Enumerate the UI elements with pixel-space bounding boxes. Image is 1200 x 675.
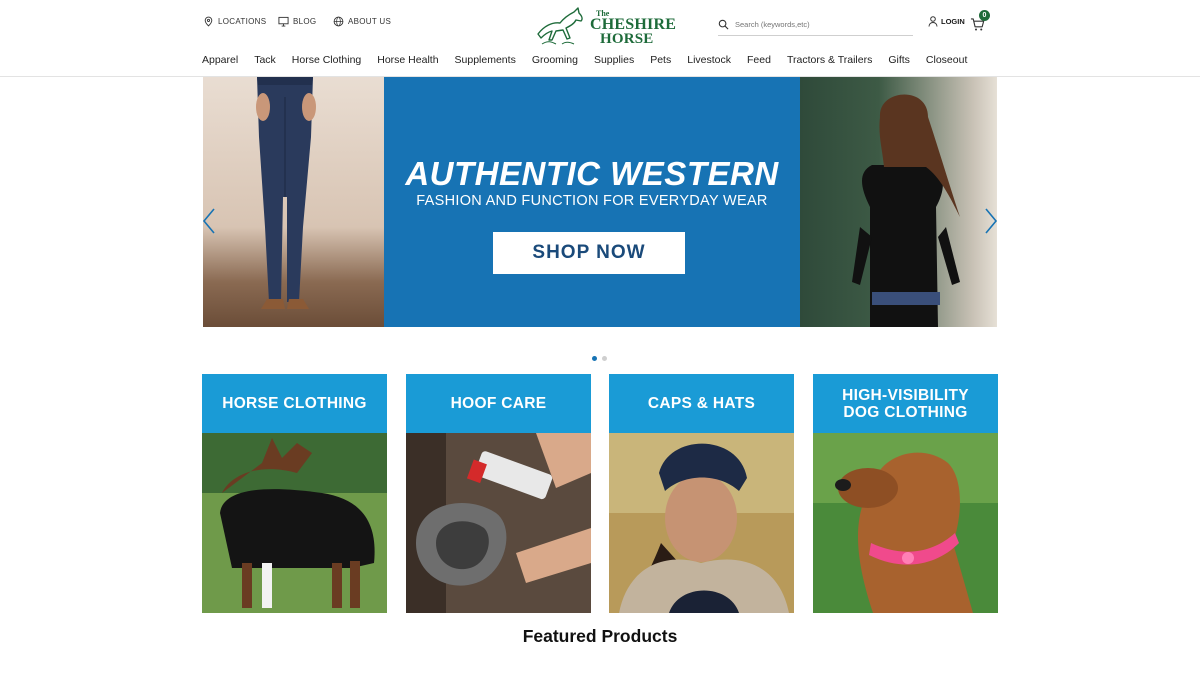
category-tile-horse-clothing[interactable]: HORSE CLOTHING	[202, 374, 387, 613]
horse-logo-icon	[537, 7, 583, 45]
carousel-prev-arrow-icon[interactable]	[202, 208, 216, 234]
blog-label: BLOG	[293, 17, 317, 26]
nav-item-horse-health[interactable]: Horse Health	[377, 54, 438, 66]
globe-icon	[333, 16, 344, 27]
location-pin-icon	[204, 16, 213, 27]
category-tile-caps-hats[interactable]: CAPS & HATS	[609, 374, 794, 613]
cart-count-badge: 0	[979, 10, 990, 21]
locations-label: LOCATIONS	[218, 17, 267, 26]
nav-item-livestock[interactable]: Livestock	[687, 54, 731, 66]
nav-item-closeout[interactable]: Closeout	[926, 54, 967, 66]
category-band: CAPS & HATS	[609, 374, 794, 433]
blog-link[interactable]: BLOG	[278, 16, 316, 27]
carousel-dots	[592, 356, 607, 361]
cheshire-horse-logo[interactable]: The CHESHIRE HORSE	[534, 4, 676, 48]
nav-item-horse-clothing[interactable]: Horse Clothing	[292, 54, 361, 66]
category-tile-high-visibility-dog-clothing[interactable]: HIGH-VISIBILITY DOG CLOTHING	[813, 374, 998, 613]
carousel-next-arrow-icon[interactable]	[984, 208, 998, 234]
category-label: CAPS & HATS	[647, 395, 756, 412]
featured-products-heading: Featured Products	[522, 626, 678, 646]
nav-item-supplements[interactable]: Supplements	[455, 54, 516, 66]
category-tiles: HORSE CLOTHING HOOF CARE CAPS & HATS HIG…	[202, 374, 998, 613]
nav-item-feed[interactable]: Feed	[747, 54, 771, 66]
login-button[interactable]: LOGIN	[928, 16, 965, 27]
category-band: HORSE CLOTHING	[202, 374, 387, 433]
search-bar	[718, 14, 913, 36]
nav-item-apparel[interactable]: Apparel	[202, 54, 238, 66]
category-band: HOOF CARE	[406, 374, 591, 433]
about-us-link[interactable]: ABOUT US	[333, 16, 391, 27]
category-tile-hoof-care[interactable]: HOOF CARE	[406, 374, 591, 613]
locations-link[interactable]: LOCATIONS	[203, 16, 266, 27]
hero-model-photo	[800, 77, 997, 327]
dog-collar-photo	[813, 433, 998, 613]
category-label: HOOF CARE	[450, 395, 547, 412]
category-label: HORSE CLOTHING	[222, 395, 367, 412]
hero-headline: AUTHENTIC WESTERN	[405, 155, 779, 192]
main-navigation: Apparel Tack Horse Clothing Horse Health…	[0, 46, 1200, 77]
shop-now-button[interactable]: SHOP NOW	[493, 232, 685, 274]
carousel-dot-2[interactable]	[602, 356, 607, 361]
login-label: LOGIN	[941, 17, 965, 26]
nav-list: Apparel Tack Horse Clothing Horse Health…	[202, 54, 983, 66]
nav-item-tack[interactable]: Tack	[254, 54, 276, 66]
hoof-care-photo	[406, 433, 591, 613]
hero-promo-panel: AUTHENTIC WESTERN FASHION AND FUNCTION F…	[384, 77, 800, 327]
nav-item-tractors-trailers[interactable]: Tractors & Trailers	[787, 54, 872, 66]
hero-subheadline: FASHION AND FUNCTION FOR EVERYDAY WEAR	[416, 193, 768, 209]
cart-button[interactable]: 0	[970, 10, 990, 32]
about-us-label: ABOUT US	[348, 17, 392, 26]
nav-item-grooming[interactable]: Grooming	[532, 54, 578, 66]
category-band: HIGH-VISIBILITY DOG CLOTHING	[813, 374, 998, 433]
hero-jeans-photo	[203, 77, 384, 327]
category-label: HIGH-VISIBILITY DOG CLOTHING	[842, 386, 969, 421]
jeans-figure-illustration	[256, 77, 316, 309]
horse-blanket-photo	[202, 433, 387, 613]
carousel-dot-1[interactable]	[592, 356, 597, 361]
top-bar: LOCATIONS BLOG ABOUT US The CHESHIRE HOR…	[0, 0, 1200, 48]
nav-item-gifts[interactable]: Gifts	[888, 54, 910, 66]
headband-model-photo	[609, 433, 794, 613]
search-input[interactable]	[735, 20, 905, 29]
search-icon[interactable]	[718, 19, 729, 30]
monitor-icon	[278, 16, 289, 27]
model-figure-illustration	[852, 94, 960, 327]
hero-banner[interactable]: AUTHENTIC WESTERN FASHION AND FUNCTION F…	[203, 77, 997, 327]
user-icon	[928, 16, 938, 27]
nav-item-supplies[interactable]: Supplies	[594, 54, 634, 66]
nav-item-pets[interactable]: Pets	[650, 54, 671, 66]
